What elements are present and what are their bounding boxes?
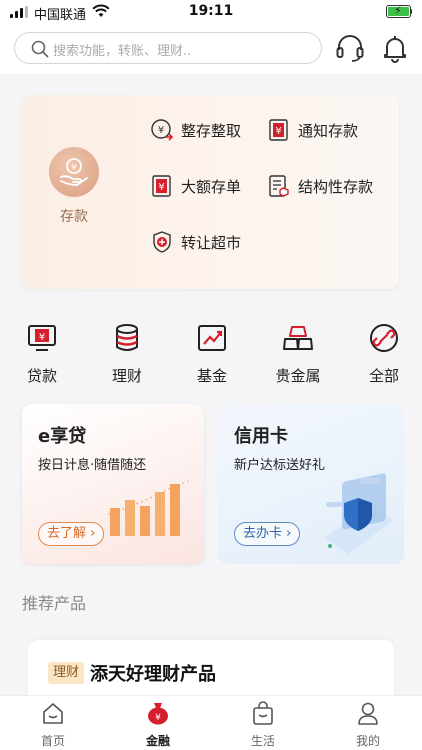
apply-card-label: 去办卡 <box>243 526 283 541</box>
life-shopping-bag-icon <box>253 701 273 725</box>
product-tag: 理财 <box>48 662 85 684</box>
category-fund[interactable]: 基金 <box>182 322 242 386</box>
product-name: 添天好理财产品 <box>90 664 216 685</box>
profile-icon <box>358 702 378 725</box>
tab-profile[interactable]: 我的 <box>338 700 398 748</box>
promo-title: e享贷 <box>38 426 87 447</box>
svg-text:¥: ¥ <box>39 332 45 343</box>
promo-subtitle: 新户达标送好礼 <box>234 458 326 473</box>
all-services-icon <box>370 324 398 352</box>
deposit-label: 存款 <box>60 209 88 225</box>
loan-icon: ¥ <box>28 325 56 351</box>
bar-chart-illustration <box>107 479 193 536</box>
deposit-item-label: 大额存单 <box>181 178 242 196</box>
deposit-card: ¥ 存款 ¥ 整存整取 ¥ 通知存款 ¥ 大额存单 结构性存款 转让超市 <box>22 95 399 289</box>
chevron-right-icon: › <box>90 526 96 541</box>
home-icon <box>43 703 63 724</box>
category-label: 贵金属 <box>275 367 321 385</box>
deposit-item-label: 结构性存款 <box>298 178 374 196</box>
deposit-button[interactable]: ¥ <box>49 147 99 197</box>
tab-label: 生活 <box>250 734 275 748</box>
category-label: 理财 <box>111 367 142 385</box>
finance-bag-icon: ¥ <box>148 703 168 725</box>
tab-finance[interactable]: ¥ 金融 <box>128 700 188 748</box>
large-cd-icon: ¥ <box>152 175 171 197</box>
category-all[interactable]: 全部 <box>354 322 414 386</box>
tab-label: 我的 <box>355 734 380 748</box>
svg-text:¥: ¥ <box>275 126 281 137</box>
svg-text:¥: ¥ <box>155 713 161 723</box>
status-bar: 中国联通 19:11 ⚡ <box>0 0 422 24</box>
promo-subtitle: 按日计息·随借随还 <box>38 458 147 473</box>
svg-text:¥: ¥ <box>158 182 164 193</box>
notice-deposit-icon: ¥ <box>269 119 288 141</box>
learn-more-label: 去了解 <box>47 526 87 541</box>
clock: 19:11 <box>188 3 234 19</box>
search-icon <box>31 40 49 58</box>
customer-service-icon[interactable] <box>334 32 366 64</box>
deposit-coin-hand-icon: ¥ <box>60 158 88 186</box>
promo-e-loan-card[interactable]: e享贷 按日计息·随借随还 去了解 › <box>22 404 204 564</box>
search-placeholder: 搜索功能，转账、理财.. <box>53 44 192 59</box>
category-label: 全部 <box>368 367 399 385</box>
tab-life[interactable]: 生活 <box>233 700 293 748</box>
category-precious-metal[interactable]: 贵金属 <box>268 322 328 386</box>
deposit-item-label: 转让超市 <box>181 234 242 252</box>
chevron-right-icon: › <box>286 526 292 541</box>
tab-label: 金融 <box>145 734 170 748</box>
bottom-tab-bar: 首页 ¥ 金融 生活 我的 <box>0 695 422 750</box>
recommended-section-title: 推荐产品 <box>22 594 87 613</box>
deposit-item-label: 通知存款 <box>298 122 359 140</box>
transfer-market-icon <box>153 231 171 253</box>
precious-metal-icon <box>283 326 313 350</box>
wealth-management-icon <box>116 324 138 351</box>
tab-home[interactable]: 首页 <box>23 700 83 748</box>
fund-icon <box>198 325 226 351</box>
promo-credit-card[interactable]: 信用卡 新户达标送好礼 去办卡 › <box>218 404 404 564</box>
svg-text:¥: ¥ <box>71 163 77 173</box>
category-label: 贷款 <box>26 367 57 385</box>
credit-card-shield-illustration <box>324 473 394 554</box>
deposit-item-label: 整存整取 <box>181 122 242 140</box>
promo-title: 信用卡 <box>234 426 288 447</box>
top-header: 搜索功能，转账、理财.. <box>0 24 422 74</box>
lump-sum-deposit-icon: ¥ <box>151 119 174 141</box>
tab-label: 首页 <box>40 734 65 748</box>
svg-text:¥: ¥ <box>158 125 164 136</box>
search-input[interactable]: 搜索功能，转账、理财.. <box>14 32 322 64</box>
category-loan[interactable]: ¥ 贷款 <box>12 322 72 386</box>
category-wealth[interactable]: 理财 <box>97 322 157 386</box>
battery-charging-icon: ⚡ <box>386 4 412 18</box>
category-label: 基金 <box>196 367 227 385</box>
structured-deposit-icon <box>269 175 289 197</box>
notification-bell-icon[interactable] <box>379 32 411 64</box>
learn-more-button[interactable]: 去了解 › <box>38 522 105 546</box>
apply-card-button[interactable]: 去办卡 › <box>234 522 301 546</box>
